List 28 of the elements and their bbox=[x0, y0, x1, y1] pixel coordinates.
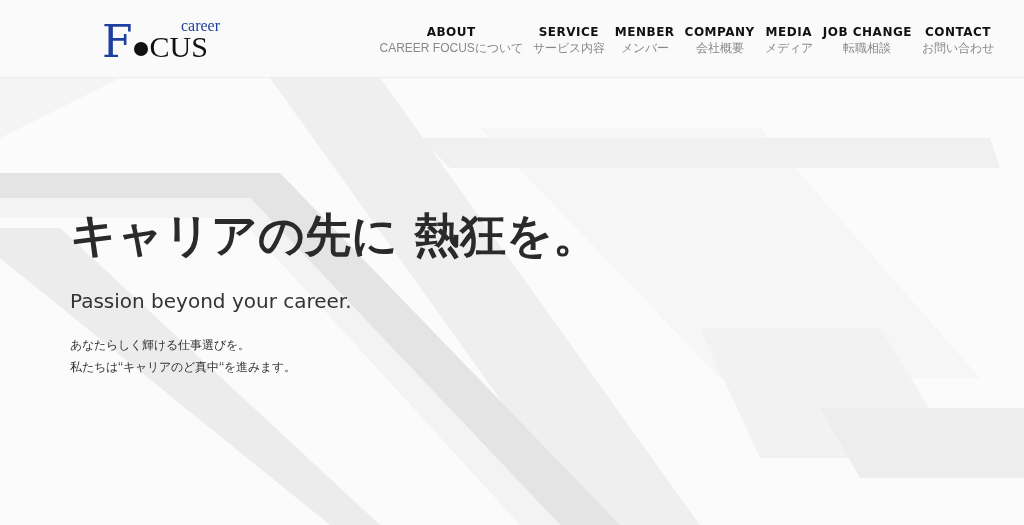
body-text: 私たちは‘‘キャリアのど真中‘‘を進みます。 bbox=[70, 359, 298, 376]
body-text: あなたらしく輝ける仕事選びを。 bbox=[70, 337, 251, 354]
nav-sublabel: 転職相談 bbox=[843, 40, 892, 55]
subheadline: Passion beyond your career. bbox=[70, 288, 353, 315]
nav-label: COMPANY bbox=[684, 23, 755, 41]
nav-label: CONTACT bbox=[924, 23, 992, 41]
nav-link[interactable]: COMPANY 会社概要 bbox=[684, 22, 755, 55]
nav-label: ABOUT bbox=[426, 23, 476, 41]
nav-link[interactable]: MENBER メンバー bbox=[614, 22, 675, 55]
logo-letter: F bbox=[102, 19, 133, 64]
headline: キャリアの先に 熱狂を。 bbox=[70, 212, 600, 258]
nav-label: MEDIA bbox=[765, 23, 812, 41]
nav-label: JOB CHANGE bbox=[822, 23, 912, 41]
nav-sublabel: お問い合わせ bbox=[922, 40, 994, 55]
nav-label: MENBER bbox=[614, 23, 675, 41]
logo-text: CUS bbox=[149, 31, 208, 62]
nav-sublabel: サービス内容 bbox=[532, 40, 605, 55]
nav-sublabel: 会社概要 bbox=[695, 40, 744, 55]
nav-link[interactable]: JOB CHANGE 転職相談 bbox=[822, 22, 912, 55]
nav-sublabel: メディア bbox=[764, 40, 813, 55]
nav-link[interactable]: CONTACT お問い合わせ bbox=[922, 22, 994, 55]
nav-sublabel: CAREER FOCUSについて bbox=[379, 40, 523, 55]
nav-link[interactable]: ABOUT CAREER FOCUSについて bbox=[379, 22, 523, 55]
nav-sublabel: メンバー bbox=[620, 40, 669, 55]
logo-tagline: career bbox=[180, 17, 220, 34]
nav-label: SERVICE bbox=[538, 23, 599, 41]
nav-link[interactable]: SERVICE サービス内容 bbox=[532, 22, 605, 55]
nav-link[interactable]: MEDIA メディア bbox=[764, 22, 813, 55]
